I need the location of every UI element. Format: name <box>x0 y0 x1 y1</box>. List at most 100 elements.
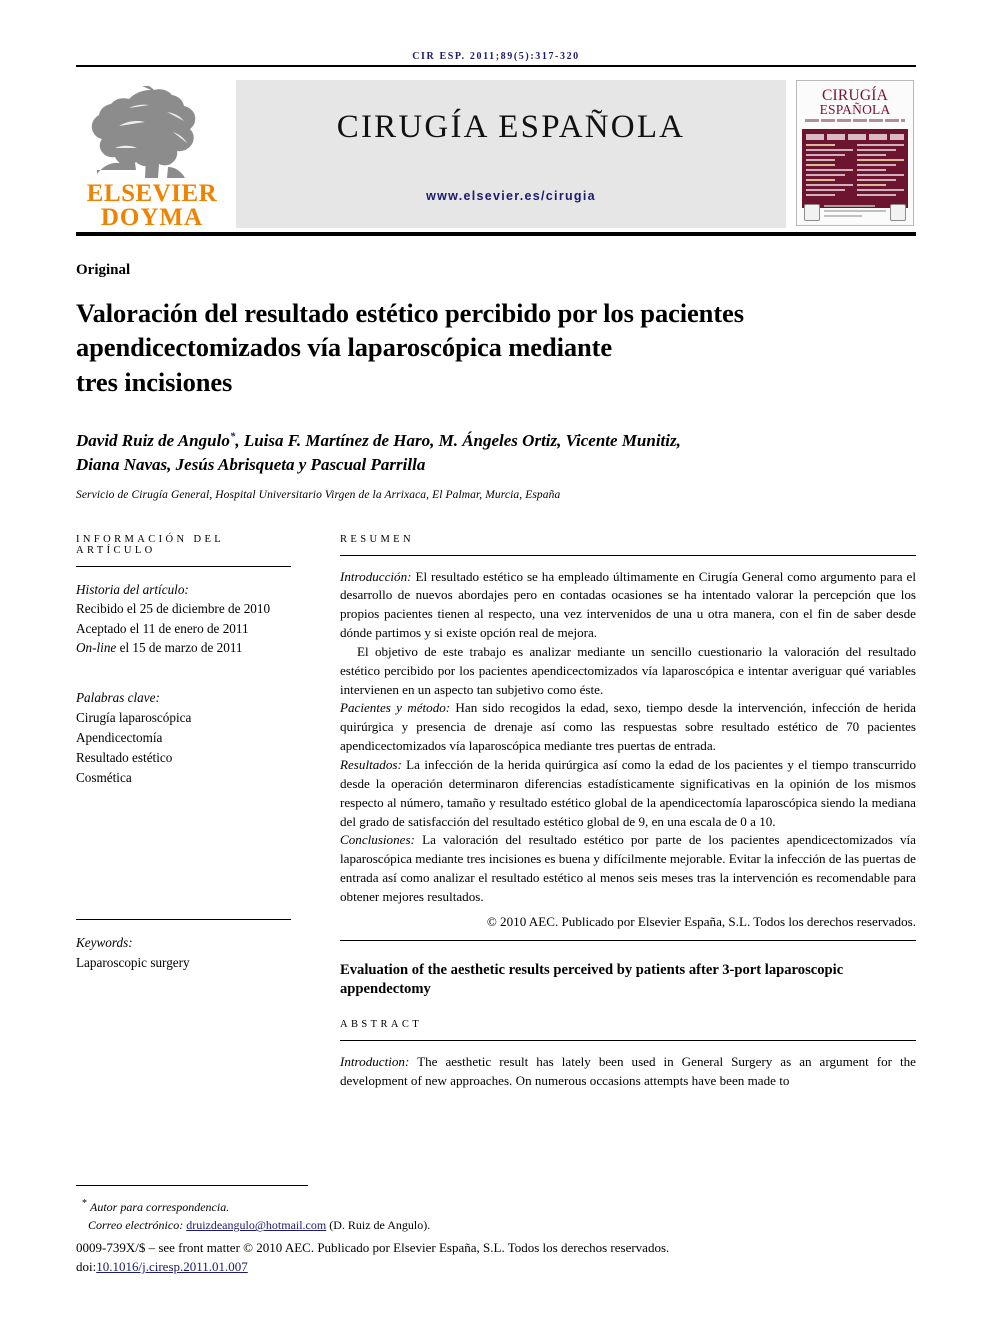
cover-footer <box>797 204 913 221</box>
doi-link[interactable]: 10.1016/j.ciresp.2011.01.007 <box>96 1259 248 1274</box>
journal-url-link[interactable]: www.elsevier.es/cirugia <box>426 189 596 203</box>
keywords-english-label: Keywords: <box>76 935 133 950</box>
journal-masthead: ELSEVIER DOYMA CIRUGÍA ESPAÑOLA www.else… <box>76 80 916 231</box>
cover-text-line <box>806 168 853 171</box>
email-owner: (D. Ruiz de Angulo). <box>329 1218 431 1233</box>
abstract-intro-text-en: The aesthetic result has lately been use… <box>340 1054 916 1088</box>
cover-text-line <box>857 168 887 171</box>
page-footer: * Autor para correspondencia. Correo ele… <box>76 1185 916 1277</box>
cover-text-line <box>857 153 887 156</box>
cover-title-line1: CIRUGÍA <box>822 87 888 104</box>
elsevier-label: ELSEVIER <box>86 180 218 207</box>
cover-text-line <box>806 193 836 196</box>
cover-text-line <box>806 178 836 181</box>
elsevier-tree-icon <box>89 86 215 182</box>
abstract-rule-es <box>340 554 916 556</box>
cover-text-line <box>857 143 904 146</box>
keywords-spanish: Palabras clave: Cirugía laparoscópica Ap… <box>76 688 291 788</box>
elsevier-wordmark: ELSEVIER DOYMA <box>86 180 218 231</box>
abstract-intro-label-es: Introducción: <box>340 568 412 584</box>
doyma-label: DOYMA <box>100 204 204 231</box>
abstract-methods-es: Pacientes y método: Han sido recogidos l… <box>340 699 916 756</box>
abstract-conclusions-es: Conclusiones: La valoración del resultad… <box>340 831 916 906</box>
abstract-objective-es: El objetivo de este trabajo es analizar … <box>340 643 916 700</box>
cover-text-line <box>824 205 875 207</box>
cover-text-line <box>857 193 896 196</box>
abstract-column: RESUMEN Introducción: El resultado estét… <box>311 534 916 1091</box>
abstract-results-es: Resultados: La infección de la herida qu… <box>340 756 916 831</box>
email-label: Correo electrónico: <box>88 1218 184 1233</box>
cover-text-line <box>806 158 836 161</box>
cover-text-line <box>806 183 853 186</box>
article-info-column: INFORMACIÓN DEL ARTÍCULO Historia del ar… <box>76 534 311 1091</box>
keyword-item: Cosmética <box>76 769 132 785</box>
history-online-date: el 15 de marzo de 2011 <box>116 640 243 656</box>
cover-text-line <box>857 158 904 161</box>
cover-text-line <box>824 210 886 212</box>
abstract-rule-en <box>340 1040 916 1042</box>
abstract-objective-text-es: El objetivo de este trabajo es analizar … <box>340 643 916 697</box>
article-first-page: CIR ESP. 2011;89(5):317-320 ELSEVIER DOY… <box>0 0 992 1323</box>
abstract-intro-label-en: Introduction: <box>340 1054 410 1070</box>
abstract-columns: INFORMACIÓN DEL ARTÍCULO Historia del ar… <box>76 534 916 1091</box>
article-info-heading: INFORMACIÓN DEL ARTÍCULO <box>76 533 224 556</box>
journal-title-banner: CIRUGÍA ESPAÑOLA www.elsevier.es/cirugia <box>236 80 786 228</box>
corresponding-email-note: Correo electrónico: druizdeangulo@hotmai… <box>76 1216 916 1234</box>
cover-footer-text <box>824 205 886 220</box>
keyword-item: Cirugía laparoscópica <box>76 709 192 725</box>
masthead-top-rule <box>76 65 916 67</box>
abstract-intro-text-es: El resultado estético se ha empleado últ… <box>340 568 916 641</box>
article-title-line-3: tres incisiones <box>76 366 233 397</box>
doi-label: doi: <box>76 1259 97 1275</box>
author-primary: David Ruiz de Angulo <box>76 431 230 451</box>
cover-column-right <box>857 143 904 199</box>
cover-column-left <box>806 143 853 199</box>
footnote-marker: * <box>82 1198 87 1210</box>
article-history: Historia del artículo: Recibido el 25 de… <box>76 580 291 658</box>
footer-rule <box>76 1185 308 1187</box>
author-list: David Ruiz de Angulo*, Luisa F. Martínez… <box>76 429 916 477</box>
keywords-label: Palabras clave: <box>76 689 160 705</box>
publisher-logo: ELSEVIER DOYMA <box>76 80 228 231</box>
author-list-rest: , Luisa F. Martínez de Haro, M. Ángeles … <box>235 431 681 451</box>
cover-text-line <box>824 215 863 217</box>
doi-line: doi:10.1016/j.ciresp.2011.01.007 <box>76 1258 916 1277</box>
history-accepted: Aceptado el 11 de enero de 2011 <box>76 620 249 636</box>
article-info-rule <box>76 565 291 567</box>
cover-contents-block <box>802 128 908 208</box>
history-received: Recibido el 25 de diciembre de 2010 <box>76 601 271 617</box>
corresponding-author-note: * Autor para correspondencia. <box>76 1196 916 1216</box>
cover-issue-line <box>806 133 904 140</box>
cover-text-line <box>806 153 845 156</box>
cover-text-line <box>857 178 896 181</box>
abstract-heading-en: ABSTRACT <box>340 1019 423 1031</box>
affiliation: Servicio de Cirugía General, Hospital Un… <box>76 488 561 501</box>
abstract-conclusions-text-es: La valoración del resultado estético por… <box>340 832 916 904</box>
cover-title-line2: ESPAÑOLA <box>819 102 891 118</box>
cover-contents-columns <box>806 143 904 199</box>
email-link[interactable]: druizdeangulo@hotmail.com <box>186 1218 326 1232</box>
cover-title-block: CIRUGÍA ESPAÑOLA <box>797 81 913 125</box>
cover-seal-icon <box>804 204 820 221</box>
keywords-english-rule <box>76 919 291 920</box>
keyword-item: Resultado estético <box>76 749 173 765</box>
history-label: Historia del artículo: <box>76 581 189 597</box>
cover-text-line <box>806 173 845 176</box>
cover-text-line <box>806 143 836 146</box>
cover-text-line <box>857 163 896 166</box>
keyword-item-en: Laparoscopic surgery <box>76 955 190 971</box>
abstract-conclusions-label-es: Conclusiones: <box>340 832 415 848</box>
cover-text-line <box>857 188 904 191</box>
author-list-line-2: Diana Navas, Jesús Abrisqueta y Pascual … <box>76 455 426 475</box>
abstract-results-text-es: La infección de la herida quirúrgica así… <box>340 757 916 829</box>
masthead-bottom-rule <box>76 232 916 236</box>
article-type-kicker: Original <box>76 262 131 278</box>
cover-publisher-icon <box>890 204 906 221</box>
history-online-label: On-line <box>76 640 117 656</box>
abstract-copyright-es: © 2010 AEC. Publicado por Elsevier Españ… <box>486 913 916 929</box>
cover-text-line <box>857 183 887 186</box>
abstract-heading-es: RESUMEN <box>340 533 414 545</box>
running-head-citation: CIR ESP. 2011;89(5):317-320 <box>412 51 580 62</box>
abstract-intro-en: Introduction: The aesthetic result has l… <box>340 1053 916 1091</box>
abstract-intro-es: Introducción: El resultado estético se h… <box>340 568 916 643</box>
